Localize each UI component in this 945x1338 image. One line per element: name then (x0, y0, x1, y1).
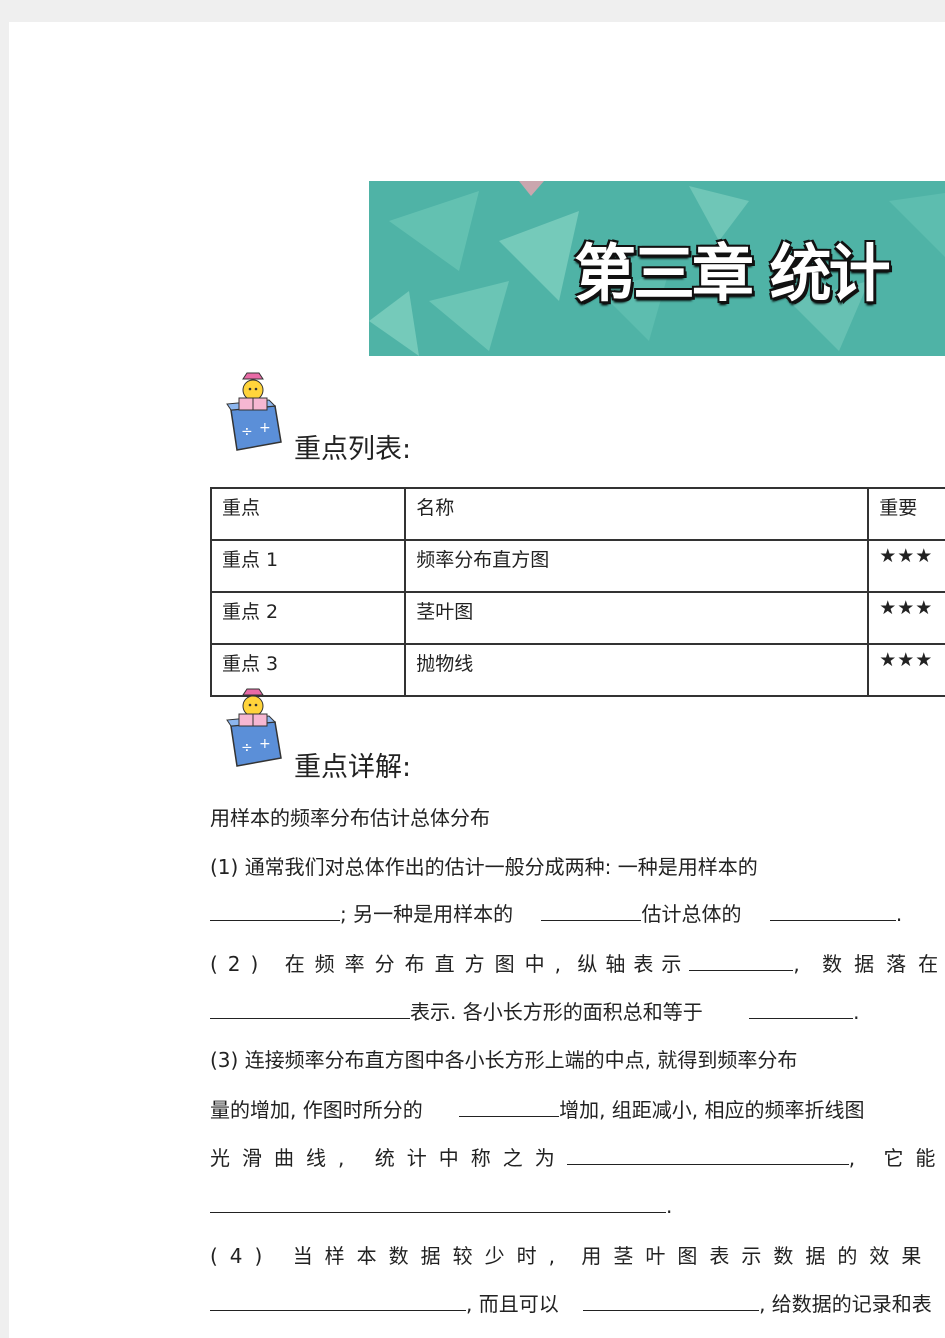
row-key-id: 重点 2 (209, 591, 407, 645)
text-segment: 表示. 各小长方形的面积总和等于 (410, 1000, 703, 1024)
fill-blank[interactable] (689, 950, 794, 971)
paragraph-4-line-2: , 而且可以 , 给数据的记录和表 (210, 1288, 932, 1317)
row-key-id: 重点 1 (209, 539, 407, 593)
text-segment: . (895, 902, 903, 926)
text-segment: 光滑曲线, (210, 1146, 357, 1170)
svg-text:+: + (259, 420, 271, 436)
key-points-table: 重点 名称 重要 重点 1 频率分布直方图 ★★★ 重点 2 茎叶图 ★★★ 重… (209, 487, 945, 697)
text-segment: 量的增加, 作图时所分的 (210, 1098, 423, 1122)
details-subtitle: 用样本的频率分布估计总体分布 (210, 806, 490, 830)
chapter-banner: 第三章 统计 (369, 181, 945, 356)
row-importance-stars: ★★★ (867, 643, 945, 697)
text-segment: , (793, 952, 800, 976)
paragraph-3-line-1: (3) 连接频率分布直方图中各小长方形上端的中点, 就得到频率分布 (210, 1048, 798, 1072)
text-segment: 估计总体的 (641, 902, 742, 926)
paragraph-2-line-1: (2) 在频率分布直方图中, 纵轴表示, 数据落在 (210, 948, 945, 977)
fill-blank[interactable] (459, 1096, 560, 1117)
document-page: 第三章 统计 ÷ + 重点列表: 重点 名称 重要 重点 1 频率分布直方图 ★… (9, 22, 945, 1338)
text-segment: 用茎叶图表示数据的效果 (581, 1244, 934, 1268)
mascot-reading-icon: ÷ + (226, 372, 282, 451)
text-segment: 增加, 组距减小, 相应的频率折线图 (559, 1098, 865, 1122)
text-segment: , 而且可以 (466, 1292, 559, 1316)
text-segment: ; 另一种是用样本的 (340, 902, 514, 926)
fill-blank[interactable] (583, 1290, 760, 1311)
fill-blank[interactable] (541, 900, 642, 921)
paragraph-4-line-1: (4) 当样本数据较少时, 用茎叶图表示数据的效果 (210, 1240, 933, 1269)
paragraph-1-line-2: ; 另一种是用样本的 估计总体的 . (210, 898, 902, 927)
row-key-name: 频率分布直方图 (404, 539, 870, 593)
key-points-heading: 重点列表: (294, 434, 412, 465)
text-segment: . (666, 1194, 673, 1218)
fill-blank[interactable] (210, 1192, 666, 1213)
row-importance-stars: ★★★ (867, 539, 945, 593)
fill-blank[interactable] (769, 900, 896, 921)
header-cell-name: 名称 (404, 487, 870, 541)
text-segment: 纵轴表示 (577, 952, 690, 976)
paragraph-1-line-1: (1) 通常我们对总体作出的估计一般分成两种: 一种是用样本的 (210, 855, 758, 879)
mascot-reading-icon: ÷ + (226, 688, 282, 767)
table-row: 重点 3 抛物线 ★★★ (209, 643, 945, 697)
paragraph-2-line-2: 表示. 各小长方形的面积总和等于 . (210, 996, 859, 1025)
text-segment: (4) 当样本数据较少时, (210, 1244, 568, 1268)
table-header-row: 重点 名称 重要 (209, 487, 945, 541)
header-cell-key: 重点 (209, 487, 407, 541)
paragraph-3-line-2: 量的增加, 作图时所分的 增加, 组距减小, 相应的频率折线图 (210, 1094, 865, 1123)
text-segment: 数据落在 (822, 952, 945, 976)
paragraph-3-line-4: . (210, 1192, 672, 1218)
fill-blank[interactable] (566, 1144, 849, 1165)
svg-text:+: + (259, 736, 271, 752)
text-segment: , (848, 1146, 856, 1170)
paragraph-3-line-3: 光滑曲线, 统计中称之为, 它能够 (210, 1142, 945, 1171)
text-segment: 统计中称之为 (374, 1146, 567, 1170)
header-cell-importance: 重要 (867, 487, 945, 541)
fill-blank[interactable] (210, 998, 410, 1019)
details-heading: 重点详解: (294, 752, 412, 783)
table-row: 重点 1 频率分布直方图 ★★★ (209, 539, 945, 593)
fill-blank[interactable] (210, 900, 340, 921)
text-segment: , 给数据的记录和表 (759, 1292, 932, 1316)
text-segment: 它能够 (883, 1146, 945, 1170)
table-row: 重点 2 茎叶图 ★★★ (209, 591, 945, 645)
chapter-title: 第三章 统计 (574, 237, 891, 310)
row-importance-stars: ★★★ (867, 591, 945, 645)
svg-text:÷: ÷ (241, 740, 253, 756)
fill-blank[interactable] (749, 998, 854, 1019)
svg-text:÷: ÷ (241, 424, 253, 440)
row-key-name: 抛物线 (404, 643, 870, 697)
row-key-name: 茎叶图 (404, 591, 870, 645)
fill-blank[interactable] (210, 1290, 466, 1311)
text-segment: (2) 在频率分布直方图中, (210, 952, 572, 976)
text-segment: . (853, 1000, 860, 1024)
